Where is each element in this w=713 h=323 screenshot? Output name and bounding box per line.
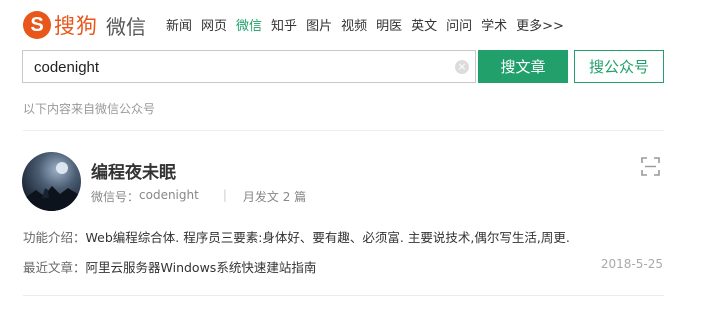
nav-item-images[interactable]: 图片 [306, 15, 332, 34]
monthly-posts: 月发文 2 篇 [242, 190, 307, 204]
avatar-image [22, 162, 81, 211]
meta-separator: | [222, 188, 227, 202]
logo-brand-text: 搜狗 [54, 14, 98, 38]
nav-item-weixin[interactable]: 微信 [236, 15, 262, 34]
search-input[interactable] [32, 51, 456, 84]
recent-label: 最近文章： [23, 260, 86, 275]
account-name[interactable]: 编程夜未眠 [91, 158, 176, 183]
top-nav: 新闻 网页 微信 知乎 图片 视频 明医 英文 问问 学术 更多>> [166, 15, 573, 34]
search-box: × [22, 50, 476, 84]
nav-item-scholar[interactable]: 学术 [481, 15, 507, 34]
recent-article-row: 最近文章： 阿里云服务器Windows系统快速建站指南 [23, 257, 316, 276]
nav-item-wenwen[interactable]: 问问 [446, 15, 472, 34]
sogou-weixin-logo[interactable]: S 搜狗 微信 [23, 10, 146, 40]
nav-item-web[interactable]: 网页 [201, 15, 227, 34]
intro-label: 功能介绍： [23, 230, 86, 245]
avatar[interactable] [22, 152, 81, 211]
recent-article-date: 2018-5-25 [600, 257, 663, 271]
intro-row: 功能介绍： Web编程综合体. 程序员三要素:身体好、要有趣、必须富. 主要说技… [23, 227, 570, 246]
wechat-id-label: 微信号： [91, 190, 140, 204]
divider [23, 295, 664, 296]
intro-text: Web编程综合体. 程序员三要素:身体好、要有趣、必须富. 主要说技术,偶尔写生… [85, 230, 570, 245]
nav-item-medical[interactable]: 明医 [376, 15, 402, 34]
logo-product-text: 微信 [106, 14, 146, 39]
wechat-id: codenight [139, 188, 199, 202]
sogou-logo-icon: S [23, 11, 51, 39]
divider [23, 130, 664, 131]
search-article-button[interactable]: 搜文章 [478, 50, 568, 83]
source-note: 以下内容来自微信公众号 [23, 102, 156, 116]
nav-item-news[interactable]: 新闻 [166, 15, 192, 34]
nav-item-english[interactable]: 英文 [411, 15, 437, 34]
nav-item-zhihu[interactable]: 知乎 [271, 15, 297, 34]
account-meta: 微信号： codenight | 月发文 2 篇 [91, 188, 306, 205]
nav-item-video[interactable]: 视频 [341, 15, 367, 34]
search-account-button[interactable]: 搜公众号 [574, 50, 664, 83]
nav-item-more[interactable]: 更多>> [516, 15, 564, 34]
qr-code-icon[interactable] [641, 157, 660, 176]
clear-icon[interactable]: × [455, 60, 469, 74]
recent-article-link[interactable]: 阿里云服务器Windows系统快速建站指南 [86, 257, 317, 276]
